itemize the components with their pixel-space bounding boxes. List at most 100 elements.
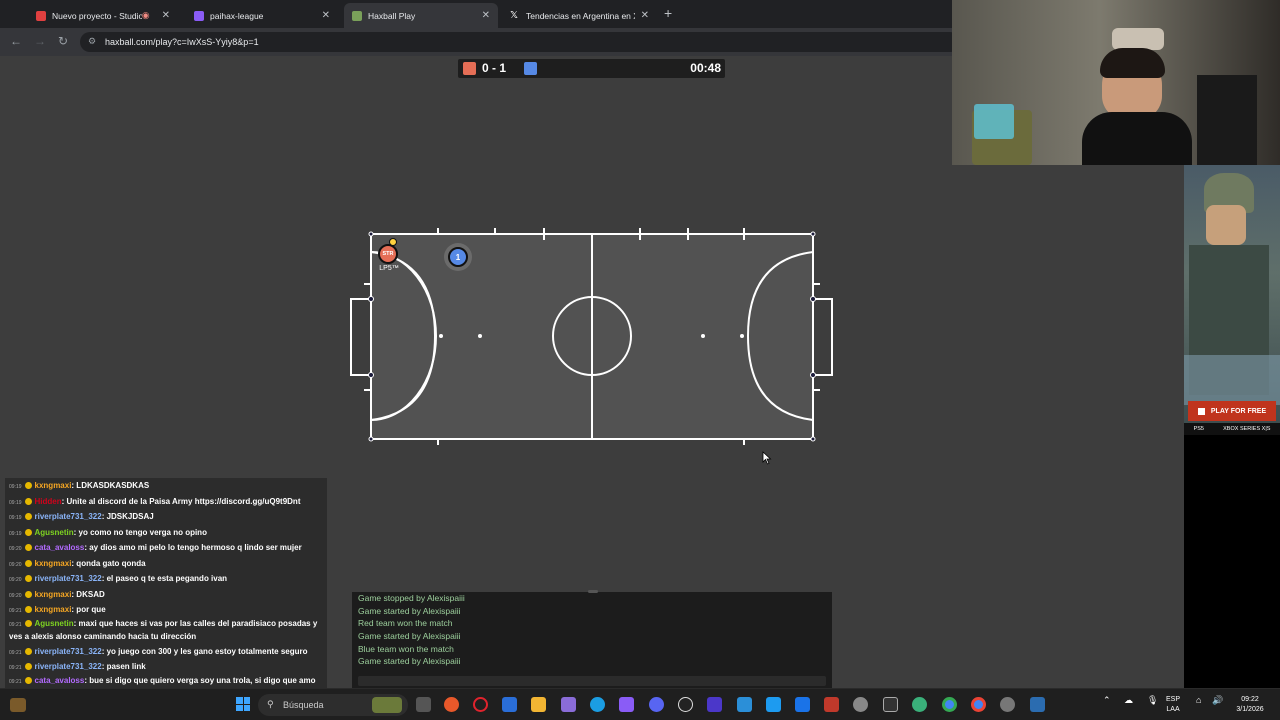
match-timer: 00:48 bbox=[690, 61, 721, 75]
user-badge-icon bbox=[24, 590, 32, 598]
store-icon[interactable] bbox=[502, 697, 517, 712]
chrome-profile-icon[interactable] bbox=[971, 697, 986, 712]
tab-studio[interactable]: Nuevo proyecto - Studio ◉ ✕ bbox=[28, 3, 178, 28]
ps5-label: PS5 bbox=[1193, 426, 1204, 432]
taskbar-search[interactable]: ⚲ Búsqueda bbox=[258, 694, 408, 716]
microphone-icon[interactable]: 🎙 bbox=[1147, 695, 1158, 705]
person-hair bbox=[1100, 48, 1165, 78]
url-field[interactable]: ⚙ haxball.com/play?c=IwXsS-Yyiy8&p=1 bbox=[80, 32, 960, 52]
outlook-icon[interactable] bbox=[795, 697, 810, 712]
search-icon: ⚲ bbox=[267, 699, 274, 709]
app-grid-icon[interactable] bbox=[707, 697, 722, 712]
haxball-favicon-icon bbox=[352, 10, 362, 21]
volume-icon[interactable]: 🔊 bbox=[1212, 695, 1223, 705]
chat-text: : por que bbox=[71, 605, 106, 614]
close-tab-icon[interactable]: ✕ bbox=[641, 10, 649, 21]
site-info-icon[interactable]: ⚙ bbox=[88, 36, 96, 47]
search-highlight-icon bbox=[372, 697, 402, 713]
wifi-icon[interactable]: ⌂ bbox=[1196, 695, 1201, 705]
chat-username[interactable]: Agusnetin bbox=[35, 619, 74, 628]
settings-icon[interactable] bbox=[853, 697, 868, 712]
play-for-free-button[interactable]: PLAY FOR FREE bbox=[1188, 401, 1276, 421]
notepad-icon[interactable] bbox=[766, 697, 781, 712]
discord-icon[interactable] bbox=[649, 697, 664, 712]
score-text: 0 - 1 bbox=[482, 61, 507, 75]
chat-input[interactable] bbox=[358, 676, 826, 686]
chat-username[interactable]: cata_avaloss bbox=[35, 543, 85, 552]
opera-icon[interactable] bbox=[473, 697, 488, 712]
blue-player: 1 bbox=[448, 247, 468, 267]
paint-icon[interactable] bbox=[737, 697, 752, 712]
new-tab-icon[interactable]: + bbox=[664, 5, 672, 21]
log-resize-handle[interactable] bbox=[588, 590, 598, 593]
close-tab-icon[interactable]: ✕ bbox=[162, 10, 170, 21]
chat-username[interactable]: Hidden bbox=[35, 497, 62, 506]
chat-username[interactable]: cata_avaloss bbox=[35, 676, 85, 685]
chat-timestamp: 09:19 bbox=[9, 499, 22, 506]
task-view-icon[interactable] bbox=[416, 697, 431, 712]
pen-app-icon[interactable] bbox=[561, 697, 576, 712]
tab-paihax-league[interactable]: paihax-league ✕ bbox=[186, 3, 338, 28]
weather-widget-icon[interactable] bbox=[10, 698, 26, 712]
language-indicator[interactable]: ESP LAA bbox=[1166, 695, 1180, 715]
start-button[interactable] bbox=[236, 697, 250, 711]
chat-timestamp: 09:20 bbox=[9, 546, 22, 552]
tab-x-trends[interactable]: 𝕏 Tendencias en Argentina en X ✕ bbox=[502, 3, 657, 28]
reload-icon[interactable]: ↻ bbox=[58, 34, 68, 48]
back-icon[interactable]: ← bbox=[10, 34, 22, 48]
clock[interactable]: 09:22 3/1/2026 bbox=[1232, 695, 1268, 715]
close-tab-icon[interactable]: ✕ bbox=[322, 10, 330, 21]
game-notification-log: Game stopped by Alexispaiii Game started … bbox=[352, 590, 832, 690]
chat-username[interactable]: kxngmaxi bbox=[35, 559, 72, 568]
chat-username[interactable]: kxngmaxi bbox=[35, 481, 72, 490]
forward-icon[interactable]: → bbox=[34, 34, 46, 48]
tab-haxball-play[interactable]: Haxball Play ✕ bbox=[344, 3, 498, 28]
ad-banner[interactable] bbox=[1184, 165, 1280, 435]
close-tab-icon[interactable]: ✕ bbox=[482, 10, 490, 21]
ad-water-splash bbox=[1184, 355, 1280, 405]
globe-icon[interactable] bbox=[912, 697, 927, 712]
futsal-field bbox=[350, 228, 833, 445]
show-hidden-icons[interactable]: ⌃ bbox=[1103, 695, 1111, 705]
winrar-icon[interactable] bbox=[824, 697, 839, 712]
user-badge-icon bbox=[24, 647, 32, 655]
capcut-icon[interactable] bbox=[678, 697, 693, 712]
chrome-icon[interactable] bbox=[942, 697, 957, 712]
user-badge-icon bbox=[24, 619, 32, 627]
user-badge-icon bbox=[24, 528, 32, 536]
chat-message: 09:19 riverplate731_322: JDSKJDSAJ bbox=[5, 509, 327, 525]
chat-username[interactable]: kxngmaxi bbox=[35, 590, 72, 599]
terminal-icon[interactable] bbox=[883, 697, 898, 712]
chat-timestamp: 09:21 bbox=[9, 665, 22, 671]
chat-message: 09:20 kxngmaxi: DKSAD bbox=[5, 587, 327, 603]
chat-username[interactable]: riverplate731_322 bbox=[35, 574, 102, 583]
xbox-label: XBOX SERIES X|S bbox=[1223, 426, 1271, 432]
file-explorer-icon[interactable] bbox=[531, 697, 546, 712]
user-badge-icon bbox=[24, 663, 32, 671]
cta-label: PLAY FOR FREE bbox=[1210, 407, 1267, 415]
shelf-object bbox=[1112, 28, 1164, 50]
chat-username[interactable]: kxngmaxi bbox=[35, 605, 72, 614]
chat-timestamp: 09:19 bbox=[9, 484, 22, 490]
calculator-icon[interactable] bbox=[1030, 697, 1045, 712]
chat-username[interactable]: riverplate731_322 bbox=[35, 647, 102, 656]
ad-platforms: PS5 XBOX SERIES X|S bbox=[1184, 423, 1280, 435]
copilot-icon[interactable] bbox=[444, 697, 459, 712]
person-shirt bbox=[1082, 112, 1192, 165]
chat-username[interactable]: riverplate731_322 bbox=[35, 512, 102, 521]
lang-bottom: LAA bbox=[1166, 706, 1180, 713]
ball bbox=[389, 238, 397, 246]
user-badge-icon bbox=[24, 497, 32, 505]
notification-line: Game stopped by Alexispaiii bbox=[358, 593, 465, 603]
url-text: haxball.com/play?c=IwXsS-Yyiy8&p=1 bbox=[105, 37, 259, 47]
edge-icon[interactable] bbox=[590, 697, 605, 712]
ad-empty-area bbox=[1184, 435, 1280, 688]
chat-username[interactable]: riverplate731_322 bbox=[35, 662, 102, 671]
chat-username[interactable]: Agusnetin bbox=[35, 528, 74, 537]
obs-icon[interactable] bbox=[1000, 697, 1015, 712]
chat-text: : JDSKJDSAJ bbox=[101, 512, 154, 521]
network-tray-icon[interactable]: ☁ bbox=[1124, 695, 1133, 705]
red-team-indicator bbox=[463, 62, 476, 75]
chat-message: 09:19 Agusnetin: yo como no tengo verga n… bbox=[5, 525, 327, 541]
vercel-app-icon[interactable] bbox=[619, 697, 634, 712]
